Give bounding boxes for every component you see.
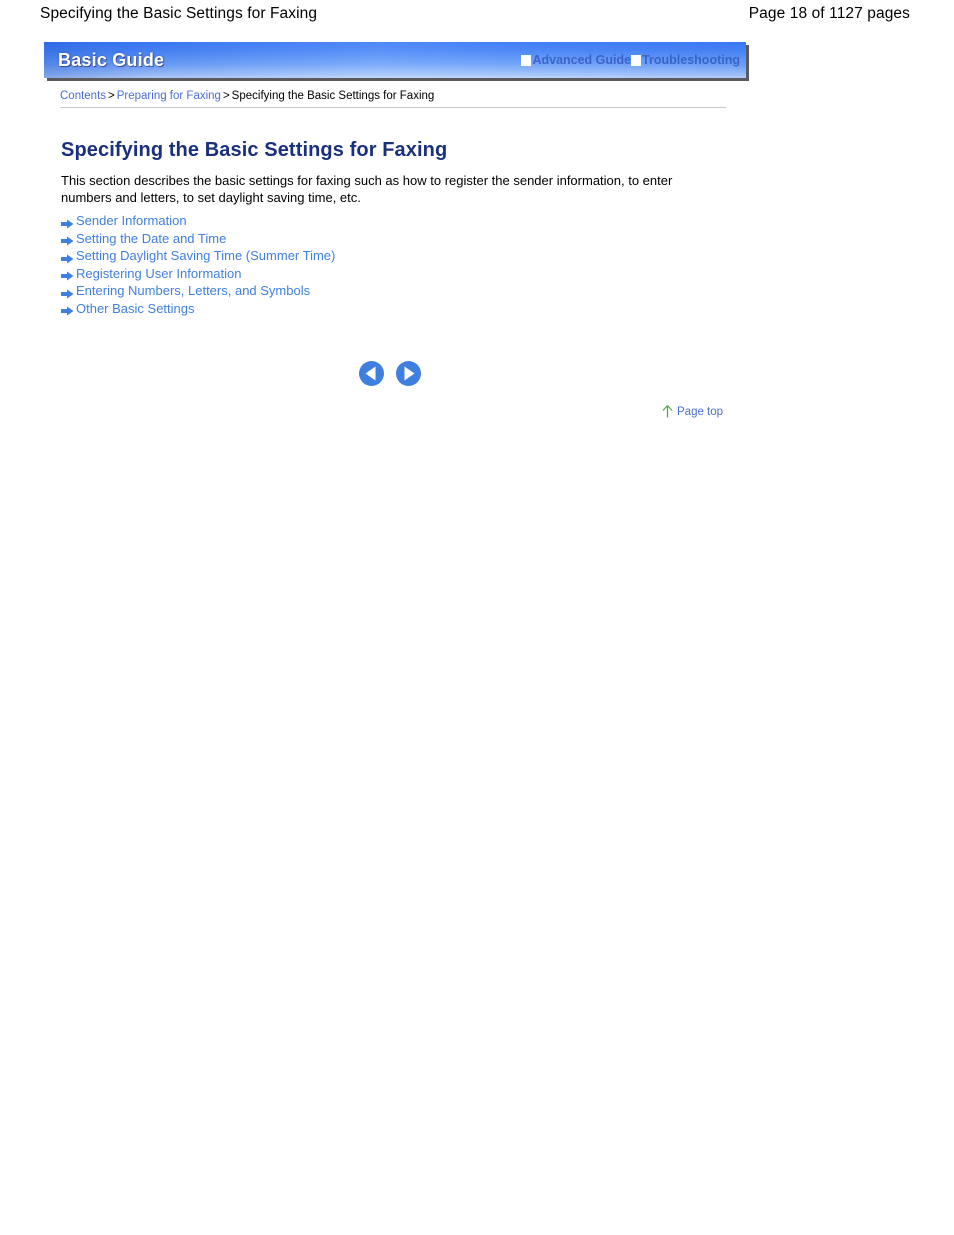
arrow-right-icon bbox=[61, 303, 74, 316]
topic-link-setting-daylight-saving-time[interactable]: Setting Daylight Saving Time (Summer Tim… bbox=[76, 248, 335, 263]
arrow-right-icon bbox=[61, 216, 74, 229]
guide-panel: Basic Guide Advanced Guide Troubleshooti… bbox=[44, 42, 746, 108]
topic-link-sender-information[interactable]: Sender Information bbox=[76, 213, 187, 228]
list-item: Entering Numbers, Letters, and Symbols bbox=[61, 282, 761, 300]
breadcrumb-separator: > bbox=[108, 90, 115, 102]
list-item: Setting the Date and Time bbox=[61, 230, 761, 248]
print-header-page-info: Page 18 of 1127 pages bbox=[748, 5, 910, 22]
page-title: Specifying the Basic Settings for Faxing bbox=[61, 139, 448, 161]
arrow-up-icon bbox=[662, 405, 673, 418]
arrow-right-icon bbox=[61, 233, 74, 246]
guide-header-links: Advanced Guide Troubleshooting bbox=[521, 53, 740, 67]
guide-header-bar: Basic Guide Advanced Guide Troubleshooti… bbox=[44, 42, 746, 78]
print-header: Specifying the Basic Settings for Faxing… bbox=[0, 0, 954, 28]
page-top-link[interactable]: Page top bbox=[662, 405, 723, 418]
list-item: Registering User Information bbox=[61, 265, 761, 283]
print-header-title: Specifying the Basic Settings for Faxing bbox=[40, 5, 318, 22]
list-item: Setting Daylight Saving Time (Summer Tim… bbox=[61, 247, 761, 265]
circle-right-arrow-icon bbox=[396, 361, 421, 386]
topic-link-list: Sender Information Setting the Date and … bbox=[61, 212, 761, 317]
breadcrumb-item-current: Specifying the Basic Settings for Faxing bbox=[231, 90, 435, 102]
breadcrumb-item-contents[interactable]: Contents bbox=[60, 90, 106, 102]
topic-link-registering-user-information[interactable]: Registering User Information bbox=[76, 266, 241, 281]
troubleshooting-link[interactable]: Troubleshooting bbox=[631, 53, 740, 67]
list-item: Other Basic Settings bbox=[61, 300, 761, 318]
breadcrumb-item-preparing-for-faxing[interactable]: Preparing for Faxing bbox=[117, 90, 221, 102]
advanced-guide-label: Advanced Guide bbox=[532, 53, 632, 67]
main-content: Specifying the Basic Settings for Faxing… bbox=[61, 139, 761, 317]
arrow-right-icon bbox=[61, 251, 74, 264]
topic-link-setting-the-date-and-time[interactable]: Setting the Date and Time bbox=[76, 231, 226, 246]
white-square-icon bbox=[631, 54, 642, 66]
breadcrumb-separator: > bbox=[222, 90, 230, 102]
breadcrumb: Contents > Preparing for Faxing > Specifying… bbox=[44, 89, 746, 103]
advanced-guide-link[interactable]: Advanced Guide bbox=[521, 53, 631, 67]
topic-link-other-basic-settings[interactable]: Other Basic Settings bbox=[76, 301, 195, 316]
troubleshooting-label: Troubleshooting bbox=[642, 53, 740, 67]
previous-page-button[interactable] bbox=[358, 360, 385, 387]
list-item: Sender Information bbox=[61, 212, 761, 230]
topic-link-entering-numbers-letters-symbols[interactable]: Entering Numbers, Letters, and Symbols bbox=[76, 283, 310, 298]
page-top-label: Page top bbox=[677, 405, 724, 418]
page-navigation bbox=[358, 360, 422, 387]
arrow-right-icon bbox=[61, 268, 74, 281]
breadcrumb-divider bbox=[60, 107, 726, 108]
white-square-icon bbox=[521, 54, 532, 66]
arrow-right-icon bbox=[61, 286, 74, 299]
circle-left-arrow-icon bbox=[359, 361, 384, 386]
intro-paragraph: This section describes the basic setting… bbox=[61, 173, 673, 205]
guide-logo-title: Basic Guide bbox=[58, 50, 165, 70]
next-page-button[interactable] bbox=[395, 360, 422, 387]
